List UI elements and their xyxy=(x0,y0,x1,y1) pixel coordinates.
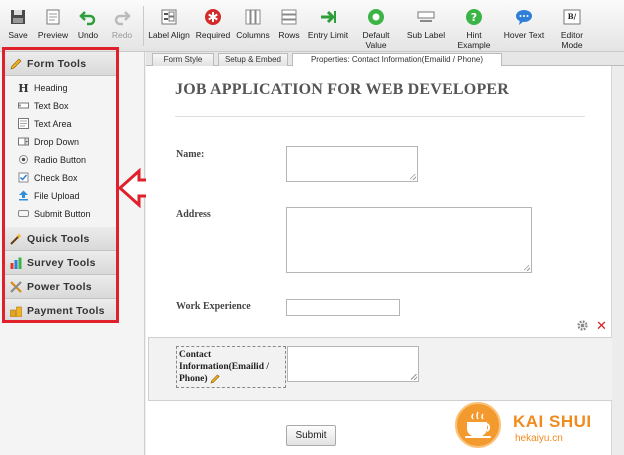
required-label: Required xyxy=(195,30,231,40)
save-icon xyxy=(11,10,25,24)
resize-grip-icon xyxy=(410,174,416,180)
entry-limit-icon xyxy=(321,10,336,24)
tab-setup-embed[interactable]: Setup & Embed xyxy=(218,53,288,66)
svg-text:?: ? xyxy=(471,11,477,24)
speech-bubble-icon xyxy=(516,10,532,25)
redo-button[interactable]: Redo xyxy=(106,0,138,52)
rows-icon xyxy=(281,9,297,25)
columns-button[interactable]: Columns xyxy=(235,0,271,52)
redo-label: Redo xyxy=(111,30,133,40)
undo-label: Undo xyxy=(77,30,99,40)
submit-button[interactable]: Submit xyxy=(286,425,336,446)
form-title[interactable]: JOB APPLICATION FOR WEB DEVELOPER xyxy=(175,81,509,99)
sub-label-label: Sub Label xyxy=(406,30,446,40)
redo-icon xyxy=(114,11,131,26)
form-preview: JOB APPLICATION FOR WEB DEVELOPER Name: … xyxy=(146,66,614,455)
address-label: Address xyxy=(176,209,211,220)
green-circle-icon xyxy=(368,9,384,25)
teacup-logo-icon xyxy=(455,402,501,448)
default-value-button[interactable]: Default Value xyxy=(354,0,398,52)
default-value-label: Default Value xyxy=(362,30,390,50)
watermark-site: hekaiyu.cn xyxy=(515,433,563,444)
form-tools-highlight-box xyxy=(2,47,119,323)
label-align-icon xyxy=(161,9,177,25)
columns-label: Columns xyxy=(236,30,270,40)
preview-button[interactable]: Preview xyxy=(36,0,70,52)
preview-label: Preview xyxy=(37,30,69,40)
tab-form-style[interactable]: Form Style xyxy=(152,53,214,66)
columns-icon xyxy=(245,9,261,25)
address-textarea[interactable] xyxy=(286,207,532,273)
save-label: Save xyxy=(8,30,28,40)
resize-grip-icon xyxy=(411,374,417,380)
preview-icon xyxy=(46,9,60,25)
hover-text-label: Hover Text xyxy=(503,30,545,40)
title-divider xyxy=(175,116,585,117)
hint-example-label: Hint Example xyxy=(457,30,491,50)
contact-label[interactable]: Contact Information(Emailid / Phone) xyxy=(176,346,286,388)
editor-mode-icon: B/ xyxy=(563,9,581,25)
entry-limit-button[interactable]: Entry Limit xyxy=(307,0,349,52)
contact-textarea[interactable] xyxy=(287,346,419,382)
rows-button[interactable]: Rows xyxy=(273,0,305,52)
work-experience-input[interactable] xyxy=(286,299,400,316)
sub-label-button[interactable]: Sub Label xyxy=(404,0,448,52)
label-align-label: Label Align xyxy=(148,30,190,40)
vertical-scrollbar[interactable] xyxy=(612,66,624,455)
name-label: Name: xyxy=(176,149,205,160)
required-button[interactable]: Required xyxy=(194,0,232,52)
asterisk-icon xyxy=(205,9,221,25)
work-experience-label: Work Experience xyxy=(176,301,251,312)
save-button[interactable]: Save xyxy=(2,0,34,52)
watermark: KAI SHUI hekaiyu.cn xyxy=(455,400,615,452)
name-textarea[interactable] xyxy=(286,146,418,182)
form-canvas: JOB APPLICATION FOR WEB DEVELOPER Name: … xyxy=(146,66,624,455)
editor-mode-glyph: B/ xyxy=(568,12,577,21)
sub-label-icon xyxy=(417,11,435,22)
rows-label: Rows xyxy=(278,30,300,40)
selected-field-row[interactable]: Contact Information(Emailid / Phone) xyxy=(148,337,614,401)
undo-icon xyxy=(79,11,96,26)
hint-example-button[interactable]: ? Hint Example xyxy=(452,0,496,52)
gear-icon[interactable] xyxy=(577,320,588,331)
hover-text-button[interactable]: Hover Text xyxy=(502,0,546,52)
question-icon: ? xyxy=(466,9,482,25)
entry-limit-label: Entry Limit xyxy=(307,30,349,40)
editor-mode-label: Editor Mode xyxy=(560,30,584,50)
edit-pencil-icon[interactable] xyxy=(210,374,220,384)
resize-grip-icon xyxy=(524,265,530,271)
label-align-button[interactable]: Label Align xyxy=(148,0,190,52)
close-icon[interactable]: ✕ xyxy=(596,319,607,332)
contact-label-text: Contact Information(Emailid / Phone) xyxy=(179,350,269,384)
toolbar: Save Preview Undo Redo Label Align Requi… xyxy=(0,0,624,52)
watermark-brand: KAI SHUI xyxy=(513,412,592,431)
undo-button[interactable]: Undo xyxy=(72,0,104,52)
tab-properties[interactable]: Properties: Contact Information(Emailid … xyxy=(292,53,502,66)
tab-bar: Form Style Setup & Embed Properties: Con… xyxy=(146,52,624,66)
toolbar-divider xyxy=(143,6,144,46)
editor-mode-button[interactable]: B/ Editor Mode xyxy=(550,0,594,52)
